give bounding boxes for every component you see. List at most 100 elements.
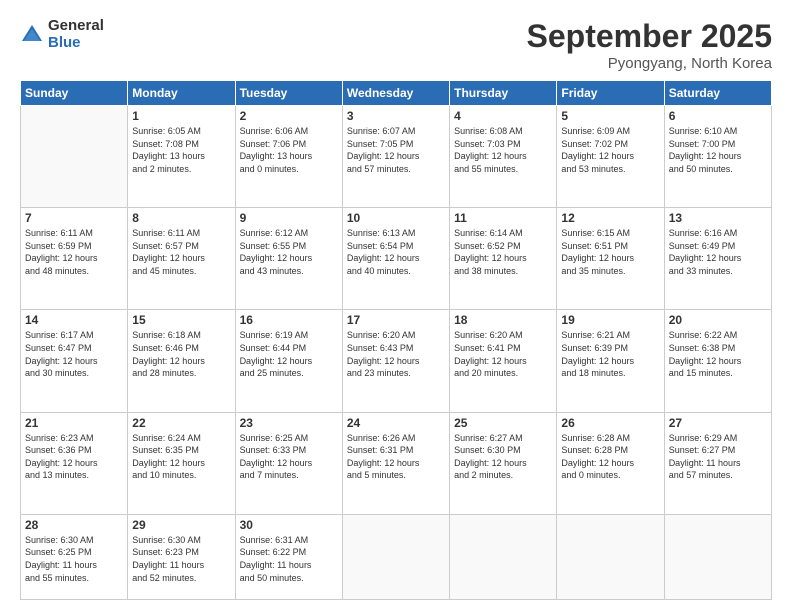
calendar-cell: 30 Sunrise: 6:31 AM Sunset: 6:22 PM Dayli… (235, 514, 342, 599)
day-number: 22 (132, 416, 230, 430)
calendar-cell: 15 Sunrise: 6:18 AM Sunset: 6:46 PM Dayli… (128, 310, 235, 412)
location: Pyongyang, North Korea (527, 55, 772, 72)
day-info: Sunrise: 6:11 AM Sunset: 6:57 PM Dayligh… (132, 227, 230, 277)
day-info: Sunrise: 6:28 AM Sunset: 6:28 PM Dayligh… (561, 432, 659, 482)
calendar-cell: 28Sunrise: 6:30 AM Sunset: 6:25 PM Dayli… (21, 514, 128, 599)
day-number: 18 (454, 313, 552, 327)
day-number: 26 (561, 416, 659, 430)
calendar-cell: 14 Sunrise: 6:17 AM Sunset: 6:47 PM Dayli… (21, 310, 128, 412)
day-number: 6 (669, 109, 767, 123)
calendar-week-4: 21 Sunrise: 6:23 AM Sunset: 6:36 PM Dayli… (21, 412, 772, 514)
calendar-cell: 8 Sunrise: 6:11 AM Sunset: 6:57 PM Daylig… (128, 208, 235, 310)
day-info: Sunrise: 6:21 AM Sunset: 6:39 PM Dayligh… (561, 329, 659, 379)
day-info: Sunrise: 6:18 AM Sunset: 6:46 PM Dayligh… (132, 329, 230, 379)
calendar-cell: 23 Sunrise: 6:25 AM Sunset: 6:33 PM Dayli… (235, 412, 342, 514)
day-number: 30 (240, 518, 338, 532)
day-number: 16 (240, 313, 338, 327)
day-number: 24 (347, 416, 445, 430)
day-number: 11 (454, 211, 552, 225)
day-info: Sunrise: 6:25 AM Sunset: 6:33 PM Dayligh… (240, 432, 338, 482)
calendar-cell (450, 514, 557, 599)
day-number: 19 (561, 313, 659, 327)
day-info: Sunrise: 6:10 AM Sunset: 7:00 PM Dayligh… (669, 125, 767, 175)
calendar-cell: 26 Sunrise: 6:28 AM Sunset: 6:28 PM Dayli… (557, 412, 664, 514)
weekday-header-friday: Friday (557, 81, 664, 106)
day-info: Sunrise: 6:31 AM Sunset: 6:22 PM Dayligh… (240, 534, 338, 584)
logo-blue: Blue (48, 35, 104, 52)
calendar-cell (664, 514, 771, 599)
day-info: Sunrise: 6:19 AM Sunset: 6:44 PM Dayligh… (240, 329, 338, 379)
day-number: 1 (132, 109, 230, 123)
day-number: 14 (25, 313, 123, 327)
calendar-cell: 22 Sunrise: 6:24 AM Sunset: 6:35 PM Dayli… (128, 412, 235, 514)
header: General Blue September 2025 Pyongyang, N… (20, 18, 772, 72)
calendar-cell: 6 Sunrise: 6:10 AM Sunset: 7:00 PM Daylig… (664, 106, 771, 208)
day-info: Sunrise: 6:06 AM Sunset: 7:06 PM Dayligh… (240, 125, 338, 175)
calendar-cell: 27 Sunrise: 6:29 AM Sunset: 6:27 PM Dayli… (664, 412, 771, 514)
calendar-cell: 7Sunrise: 6:11 AM Sunset: 6:59 PM Daylig… (21, 208, 128, 310)
day-info: Sunrise: 6:09 AM Sunset: 7:02 PM Dayligh… (561, 125, 659, 175)
day-number: 20 (669, 313, 767, 327)
calendar-cell: 13 Sunrise: 6:16 AM Sunset: 6:49 PM Dayli… (664, 208, 771, 310)
calendar-cell: 2 Sunrise: 6:06 AM Sunset: 7:06 PM Daylig… (235, 106, 342, 208)
day-number: 8 (132, 211, 230, 225)
day-info: Sunrise: 6:07 AM Sunset: 7:05 PM Dayligh… (347, 125, 445, 175)
day-number: 15 (132, 313, 230, 327)
weekday-header-thursday: Thursday (450, 81, 557, 106)
day-info: Sunrise: 6:22 AM Sunset: 6:38 PM Dayligh… (669, 329, 767, 379)
day-number: 13 (669, 211, 767, 225)
title-block: September 2025 Pyongyang, North Korea (527, 18, 772, 72)
calendar-cell: 18Sunrise: 6:20 AM Sunset: 6:41 PM Dayli… (450, 310, 557, 412)
calendar-cell: 5Sunrise: 6:09 AM Sunset: 7:02 PM Daylig… (557, 106, 664, 208)
day-info: Sunrise: 6:26 AM Sunset: 6:31 PM Dayligh… (347, 432, 445, 482)
calendar-header-row: SundayMondayTuesdayWednesdayThursdayFrid… (21, 81, 772, 106)
day-info: Sunrise: 6:20 AM Sunset: 6:43 PM Dayligh… (347, 329, 445, 379)
calendar-cell: 25 Sunrise: 6:27 AM Sunset: 6:30 PM Dayli… (450, 412, 557, 514)
day-number: 7 (25, 211, 123, 225)
calendar-cell: 1Sunrise: 6:05 AM Sunset: 7:08 PM Daylig… (128, 106, 235, 208)
calendar-table: SundayMondayTuesdayWednesdayThursdayFrid… (20, 80, 772, 600)
calendar-cell (557, 514, 664, 599)
day-info: Sunrise: 6:17 AM Sunset: 6:47 PM Dayligh… (25, 329, 123, 379)
weekday-header-monday: Monday (128, 81, 235, 106)
day-info: Sunrise: 6:15 AM Sunset: 6:51 PM Dayligh… (561, 227, 659, 277)
day-number: 27 (669, 416, 767, 430)
day-number: 17 (347, 313, 445, 327)
day-number: 23 (240, 416, 338, 430)
day-number: 2 (240, 109, 338, 123)
calendar-cell: 11Sunrise: 6:14 AM Sunset: 6:52 PM Dayli… (450, 208, 557, 310)
calendar-cell: 29Sunrise: 6:30 AM Sunset: 6:23 PM Dayli… (128, 514, 235, 599)
calendar-week-3: 14 Sunrise: 6:17 AM Sunset: 6:47 PM Dayli… (21, 310, 772, 412)
day-info: Sunrise: 6:24 AM Sunset: 6:35 PM Dayligh… (132, 432, 230, 482)
weekday-header-tuesday: Tuesday (235, 81, 342, 106)
logo-general: General (48, 18, 104, 35)
calendar-cell: 16 Sunrise: 6:19 AM Sunset: 6:44 PM Dayli… (235, 310, 342, 412)
day-info: Sunrise: 6:30 AM Sunset: 6:23 PM Dayligh… (132, 534, 230, 584)
day-info: Sunrise: 6:29 AM Sunset: 6:27 PM Dayligh… (669, 432, 767, 482)
day-number: 25 (454, 416, 552, 430)
calendar-cell: 10 Sunrise: 6:13 AM Sunset: 6:54 PM Dayli… (342, 208, 449, 310)
logo-icon (20, 23, 44, 47)
logo-text: General Blue (48, 18, 104, 51)
day-info: Sunrise: 6:27 AM Sunset: 6:30 PM Dayligh… (454, 432, 552, 482)
calendar-page: General Blue September 2025 Pyongyang, N… (0, 0, 792, 612)
day-info: Sunrise: 6:16 AM Sunset: 6:49 PM Dayligh… (669, 227, 767, 277)
day-info: Sunrise: 6:23 AM Sunset: 6:36 PM Dayligh… (25, 432, 123, 482)
day-number: 10 (347, 211, 445, 225)
calendar-cell: 3 Sunrise: 6:07 AM Sunset: 7:05 PM Daylig… (342, 106, 449, 208)
calendar-cell: 19 Sunrise: 6:21 AM Sunset: 6:39 PM Dayli… (557, 310, 664, 412)
weekday-header-wednesday: Wednesday (342, 81, 449, 106)
day-number: 3 (347, 109, 445, 123)
logo: General Blue (20, 18, 104, 51)
calendar-week-1: 1Sunrise: 6:05 AM Sunset: 7:08 PM Daylig… (21, 106, 772, 208)
weekday-header-sunday: Sunday (21, 81, 128, 106)
day-number: 28 (25, 518, 123, 532)
calendar-cell (21, 106, 128, 208)
day-info: Sunrise: 6:12 AM Sunset: 6:55 PM Dayligh… (240, 227, 338, 277)
day-number: 12 (561, 211, 659, 225)
day-number: 21 (25, 416, 123, 430)
month-title: September 2025 (527, 18, 772, 55)
calendar-cell: 20 Sunrise: 6:22 AM Sunset: 6:38 PM Dayli… (664, 310, 771, 412)
calendar-cell: 21 Sunrise: 6:23 AM Sunset: 6:36 PM Dayli… (21, 412, 128, 514)
day-info: Sunrise: 6:13 AM Sunset: 6:54 PM Dayligh… (347, 227, 445, 277)
